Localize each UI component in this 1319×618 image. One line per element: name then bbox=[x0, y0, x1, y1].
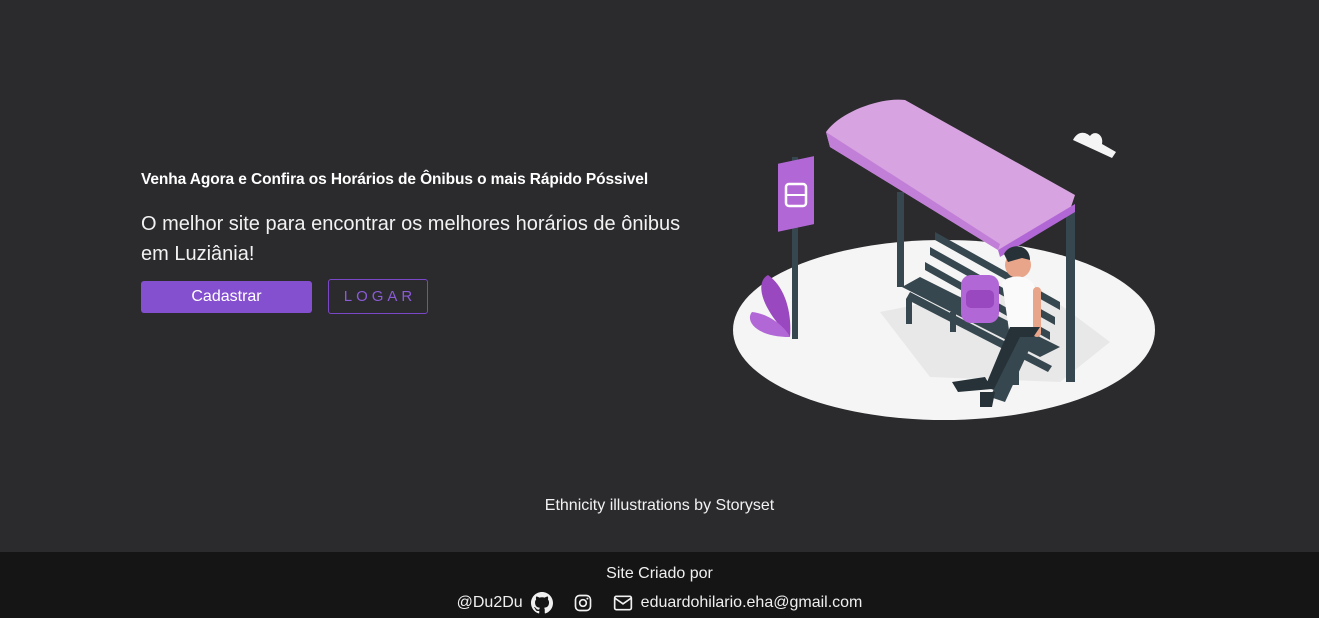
illustration-credit: Ethnicity illustrations by Storyset bbox=[544, 497, 775, 514]
author-email[interactable]: eduardohilario.eha@gmail.com bbox=[641, 594, 863, 612]
author-handle: @Du2Du bbox=[456, 594, 523, 611]
instagram-icon[interactable] bbox=[573, 593, 593, 613]
bus-stop-illustration bbox=[730, 92, 1160, 427]
mail-icon[interactable] bbox=[613, 593, 633, 613]
hero-headline: Venha Agora e Confira os Horários de Ôni… bbox=[141, 171, 649, 188]
footer-links: @Du2Du eduardohilario.eha@gmail.com bbox=[0, 592, 1319, 614]
footer: Site Criado por @Du2Du eduardohilario.eh… bbox=[0, 552, 1319, 618]
login-button[interactable]: LOGAR bbox=[328, 279, 428, 314]
footer-title: Site Criado por bbox=[606, 565, 713, 582]
hero-text: Venha Agora e Confira os Horários de Ôni… bbox=[141, 171, 731, 269]
hero-section: Venha Agora e Confira os Horários de Ôni… bbox=[0, 0, 1319, 552]
register-button[interactable]: Cadastrar bbox=[141, 281, 312, 313]
hero-subtitle: O melhor site para encontrar os melhores… bbox=[141, 213, 681, 265]
github-icon[interactable] bbox=[530, 592, 553, 614]
